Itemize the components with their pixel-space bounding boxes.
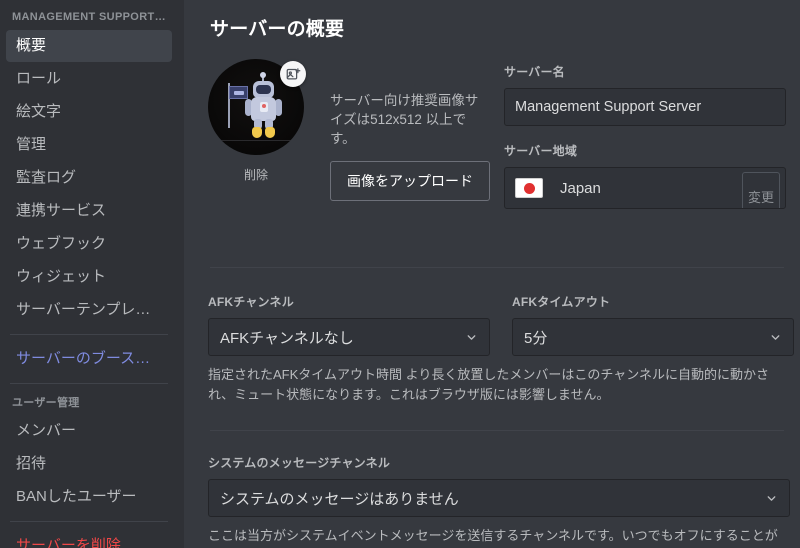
server-icon-wrap[interactable] (208, 59, 306, 155)
afk-timeout-value: 5分 (524, 329, 548, 347)
settings-content: サーバーの概要 削除 サーバー向け推奨画像サイズは512x512 以上です。 画… (184, 0, 800, 548)
afk-timeout-group: AFKタイムアウト 5分 (512, 293, 794, 356)
server-icon-column: 削除 (208, 59, 306, 183)
afk-channel-label: AFKチャンネル (208, 295, 294, 309)
sidebar-item-label: ウェブフック (16, 235, 107, 252)
sidebar-item-moderation[interactable]: 管理 (6, 129, 172, 161)
sidebar-item-label: 概要 (16, 37, 47, 54)
system-messages-label: システムのメッセージチャンネル (208, 456, 391, 470)
page-title: サーバーの概要 (210, 19, 345, 40)
afk-section: AFKチャンネル AFKチャンネルなし AFKタイムアウト 5分 (208, 293, 794, 356)
sidebar-item-integrations[interactable]: 連携サービス (6, 195, 172, 227)
sidebar-item-audit-log[interactable]: 監査ログ (6, 162, 172, 194)
server-region-label: サーバー地域 (504, 144, 578, 158)
server-name-header: MANAGEMENT SUPPORT SER... (12, 11, 178, 23)
sidebar-category-user-management: ユーザー管理 (12, 397, 80, 409)
sidebar-item-roles[interactable]: ロール (6, 63, 172, 95)
sidebar-item-members[interactable]: メンバー (6, 415, 172, 447)
chevron-down-icon (465, 331, 478, 344)
change-region-button[interactable]: 変更 (742, 172, 780, 208)
sidebar-item-label: 管理 (16, 136, 47, 153)
sidebar-item-label: メンバー (16, 422, 77, 439)
avatar-astronaut-icon (245, 72, 282, 139)
sidebar-item-label: サーバーを削除 (16, 537, 121, 548)
sidebar-item-label: サーバーテンプレート (16, 301, 166, 318)
afk-channel-value: AFKチャンネルなし (220, 329, 354, 347)
chevron-down-icon (765, 492, 778, 505)
settings-sidebar: MANAGEMENT SUPPORT SER... 概要 ロール 絵文字 管理 … (0, 0, 184, 548)
server-name-label: サーバー名 (504, 65, 565, 79)
server-name-input[interactable] (504, 88, 786, 126)
sidebar-item-label: サーバーのブースト状... (16, 350, 172, 367)
system-messages-section: システムのメッセージチャンネル システムのメッセージはありません ここは当方がシ… (208, 454, 790, 548)
flag-japan-icon (515, 178, 543, 198)
system-messages-value: システムのメッセージはありません (220, 490, 459, 508)
sidebar-item-emoji[interactable]: 絵文字 (6, 96, 172, 128)
sidebar-item-label: 絵文字 (16, 103, 62, 120)
sidebar-item-widget[interactable]: ウィジェット (6, 261, 172, 293)
image-upload-icon[interactable] (280, 61, 306, 87)
remove-avatar-link[interactable]: 削除 (244, 166, 268, 183)
sidebar-divider (10, 521, 168, 522)
sidebar-item-webhooks[interactable]: ウェブフック (6, 228, 172, 260)
sidebar-item-label: ウィジェット (16, 268, 107, 285)
sidebar-item-label: 招待 (16, 455, 47, 472)
settings-window: MANAGEMENT SUPPORT SER... 概要 ロール 絵文字 管理 … (0, 0, 800, 548)
chevron-down-icon (769, 331, 782, 344)
recommended-size-note: サーバー向け推奨画像サイズは512x512 以上です。 (330, 93, 479, 146)
sidebar-item-label: 連携サービス (16, 202, 107, 219)
afk-help-text: 指定されたAFKタイムアウト時間 より長く放置したメンバーはこのチャンネルに自動… (208, 367, 769, 402)
sidebar-item-label: BANしたユーザー (16, 488, 137, 505)
afk-timeout-label: AFKタイムアウト (512, 295, 611, 309)
sidebar-item-delete-server[interactable]: サーバーを削除 (6, 530, 172, 548)
sidebar-item-server-boost[interactable]: サーバーのブースト状... (6, 343, 172, 375)
upload-image-button[interactable]: 画像をアップロード (330, 161, 490, 201)
server-region-row[interactable]: Japan 変更 (504, 167, 786, 209)
sidebar-divider (10, 334, 168, 335)
sidebar-item-label: 監査ログ (16, 169, 77, 186)
sidebar-item-overview[interactable]: 概要 (6, 30, 172, 62)
sidebar-item-bans[interactable]: BANしたユーザー (6, 481, 172, 513)
system-messages-select[interactable]: システムのメッセージはありません (208, 479, 790, 517)
avatar-ground-line (208, 140, 304, 141)
server-fields-column: サーバー名 サーバー地域 Japan 変更 (504, 59, 786, 209)
afk-channel-select[interactable]: AFKチャンネルなし (208, 318, 490, 356)
sidebar-item-invites[interactable]: 招待 (6, 448, 172, 480)
upload-column: サーバー向け推奨画像サイズは512x512 以上です。 画像をアップロード (330, 59, 494, 201)
server-identity-row: 削除 サーバー向け推奨画像サイズは512x512 以上です。 画像をアップロード… (208, 59, 786, 209)
afk-timeout-select[interactable]: 5分 (512, 318, 794, 356)
afk-channel-group: AFKチャンネル AFKチャンネルなし (208, 293, 490, 356)
avatar-flag (229, 86, 248, 99)
sidebar-divider (10, 383, 168, 384)
section-divider-system (210, 430, 784, 431)
section-divider-afk (210, 267, 784, 268)
sidebar-item-server-template[interactable]: サーバーテンプレート (6, 294, 172, 326)
system-messages-help-text: ここは当方がシステムイベントメッセージを送信するチャンネルです。いつでもオフにす… (208, 528, 778, 543)
sidebar-item-label: ロール (16, 70, 62, 87)
